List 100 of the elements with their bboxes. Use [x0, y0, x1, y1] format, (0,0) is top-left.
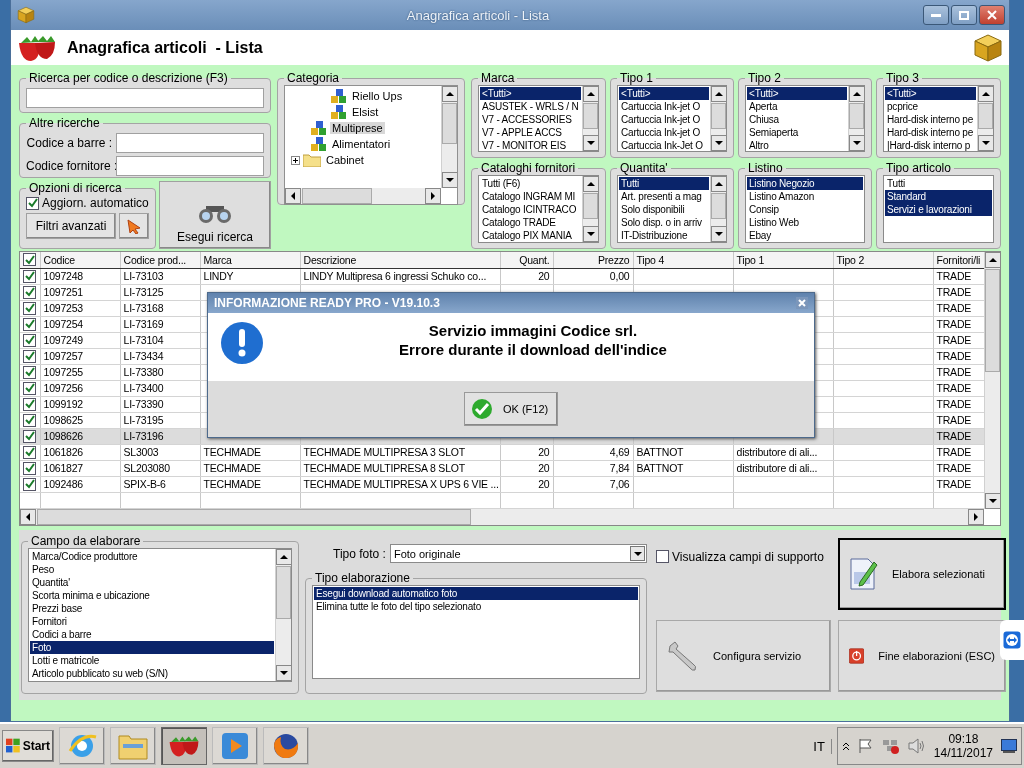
input-field[interactable]	[116, 156, 264, 176]
list-item[interactable]: Servizi e lavorazioni	[885, 203, 992, 216]
list-item[interactable]: V7 - ACCESSORIES	[480, 113, 581, 126]
list-item[interactable]: Cartuccia Ink-jet O	[619, 100, 709, 113]
list-item[interactable]: |Hard-disk interno p	[885, 139, 976, 151]
expand-toggle[interactable]	[291, 155, 300, 165]
photo-type-dropdown[interactable]: Foto originale	[389, 544, 647, 563]
select-all-checkbox[interactable]	[23, 253, 36, 267]
list-item[interactable]: Tutti	[885, 177, 992, 190]
list-box[interactable]: <Tutti> Aperta Chiusa Semiaperta Altro	[745, 85, 865, 152]
checkbox[interactable]	[26, 196, 39, 210]
action-button[interactable]: Configura servizio	[656, 620, 831, 692]
scrollbar[interactable]	[285, 188, 441, 204]
list-box[interactable]: <Tutti> ASUSTEK - WRLS / N V7 - ACCESSORIES V7 - APPLE ACCS V7 - MONITOR EIS	[478, 85, 599, 152]
start-button[interactable]: Start	[2, 730, 54, 762]
scrollbar[interactable]	[848, 86, 864, 151]
row-checkbox[interactable]	[23, 285, 36, 299]
list-item[interactable]: Solo disponibili	[619, 203, 709, 216]
clock[interactable]: 09:18 14/11/2017	[933, 732, 993, 760]
list-item[interactable]: Prezzi base	[30, 602, 274, 615]
list-item[interactable]: Art. presenti a mag	[619, 190, 709, 203]
scrollbar[interactable]	[582, 86, 598, 151]
column-header[interactable]: Prezzo	[553, 252, 633, 268]
action-button[interactable]: Fine elaborazioni (ESC)	[838, 620, 1006, 692]
search-field[interactable]	[26, 88, 264, 108]
row-checkbox[interactable]	[23, 317, 36, 331]
scrollbar[interactable]	[441, 86, 457, 188]
list-item[interactable]: Consip	[747, 203, 863, 216]
list-item[interactable]: Catalogo ICINTRACO	[480, 203, 581, 216]
taskbar-app[interactable]	[110, 727, 156, 765]
search-button[interactable]: Esegui ricerca	[159, 181, 271, 249]
row-checkbox[interactable]	[23, 301, 36, 315]
scrollbar[interactable]	[20, 509, 984, 525]
list-box[interactable]: <Tutti> Cartuccia Ink-jet O Cartuccia Ink-jet O Cartuccia Ink-jet O Cartuccia Ink-Jet O	[617, 85, 727, 152]
list-item[interactable]: Scorta minima e ubicazione	[30, 589, 274, 602]
list-item[interactable]: pcprice	[885, 100, 976, 113]
tree-item[interactable]: Elsist	[350, 106, 381, 118]
list-item[interactable]: Tutti	[619, 177, 709, 190]
column-header[interactable]: Marca	[200, 252, 300, 268]
taskbar-app[interactable]	[212, 727, 258, 765]
list-item[interactable]: Quantita'	[30, 576, 274, 589]
advanced-filters-button[interactable]: Filtri avanzati	[26, 213, 116, 239]
list-box[interactable]: Esegui download automatico foto Elimina tutte le foto del tipo selezionato	[312, 585, 640, 679]
column-header[interactable]: Quant.	[500, 252, 553, 268]
row-checkbox[interactable]	[23, 365, 36, 379]
column-header[interactable]: Tipo 2	[833, 252, 933, 268]
flag-icon[interactable]	[857, 738, 874, 754]
scrollbar[interactable]	[710, 176, 726, 242]
scrollbar[interactable]	[984, 252, 1000, 509]
tree-item[interactable]: Alimentatori	[330, 138, 393, 150]
list-box[interactable]: Tutti Art. presenti a mag Solo disponibili Solo disp. o in arriv IT-Distribuzione	[617, 175, 727, 243]
list-box[interactable]: Tutti (F6) Catalogo INGRAM MI Catalogo ICINTRACO Catalogo TRADE Catalogo PIX MANIA	[478, 175, 599, 243]
list-item[interactable]: Lotti e matricole	[30, 654, 274, 667]
column-header[interactable]: Fornitori/li	[933, 252, 984, 268]
language-indicator[interactable]: IT	[813, 738, 832, 754]
list-item[interactable]: Listino Web	[747, 216, 863, 229]
list-item[interactable]: Altro	[747, 139, 847, 151]
list-item[interactable]: Listino Negozio	[747, 177, 863, 190]
row-checkbox[interactable]	[23, 429, 36, 443]
list-item[interactable]: Catalogo INGRAM MI	[480, 190, 581, 203]
list-item[interactable]: <Tutti>	[747, 87, 847, 100]
list-box[interactable]: Marca/Codice produttore Peso Quantita' Scorta minima e ubicazione Prezzi base Fornitori Codici a barre Foto Lotti e matricole Articolo pubblicato su web (S/N)	[28, 548, 292, 682]
close-icon[interactable]	[796, 297, 808, 309]
list-item[interactable]: Foto	[30, 641, 274, 654]
row-checkbox[interactable]	[23, 445, 36, 459]
list-item[interactable]: Cartuccia Ink-jet O	[619, 126, 709, 139]
chevron-up-icon[interactable]	[841, 741, 850, 751]
list-item[interactable]: Articolo pubblicato su web (S/N)	[30, 667, 274, 680]
scrollbar[interactable]	[977, 86, 993, 151]
list-item[interactable]: IT-Distribuzione	[619, 229, 709, 242]
list-item[interactable]: Elimina tutte le foto del tipo selezionato	[314, 600, 638, 613]
maximize-button[interactable]	[951, 5, 977, 25]
close-button[interactable]	[979, 5, 1005, 25]
list-item[interactable]: Catalogo PIX MANIA	[480, 229, 581, 242]
list-item[interactable]: Hard-disk interno pe	[885, 126, 976, 139]
list-box[interactable]: <Tutti> pcprice Hard-disk interno pe Hard-disk interno pe |Hard-disk interno p	[883, 85, 994, 152]
ok-button[interactable]: OK (F12)	[464, 392, 558, 426]
tree-item[interactable]: Riello Ups	[350, 90, 405, 102]
column-header[interactable]: Tipo 4	[633, 252, 733, 268]
row-checkbox[interactable]	[23, 477, 36, 491]
list-item[interactable]: V7 - APPLE ACCS	[480, 126, 581, 139]
list-item[interactable]: Marca/Codice produttore	[30, 550, 274, 563]
row-checkbox[interactable]	[23, 349, 36, 363]
list-item[interactable]: Ebay	[747, 229, 863, 242]
checkbox[interactable]	[656, 550, 669, 563]
tree-item[interactable]: Multiprese	[330, 122, 385, 134]
list-item[interactable]: Standard	[885, 190, 992, 203]
list-item[interactable]: Aperta	[747, 100, 847, 113]
column-header[interactable]: Codice prod...	[120, 252, 200, 268]
list-item[interactable]: ASUSTEK - WRLS / N	[480, 100, 581, 113]
column-header[interactable]: Descrizione	[300, 252, 500, 268]
list-item[interactable]: Tutti (F6)	[480, 177, 581, 190]
taskbar-app[interactable]	[161, 727, 207, 765]
input-field[interactable]	[116, 133, 264, 153]
taskbar-app[interactable]	[263, 727, 309, 765]
scrollbar[interactable]	[582, 176, 598, 242]
speaker-icon[interactable]	[907, 738, 926, 754]
scrollbar[interactable]	[275, 549, 291, 681]
list-item[interactable]: Semiaperta	[747, 126, 847, 139]
row-checkbox[interactable]	[23, 333, 36, 347]
